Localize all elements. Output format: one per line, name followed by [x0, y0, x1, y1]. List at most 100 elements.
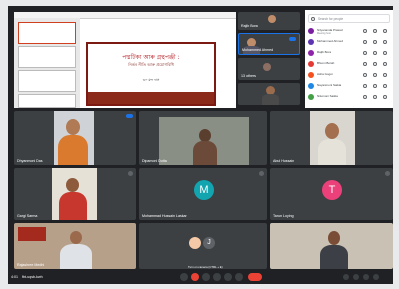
- participant-name: Nitumoni Saikia: [317, 94, 338, 98]
- slide-thumbnail[interactable]: [18, 94, 76, 108]
- speaking-icon: [126, 114, 133, 118]
- mic-icon[interactable]: [373, 40, 377, 44]
- chat-icon[interactable]: [363, 274, 369, 280]
- more-icon[interactable]: [383, 40, 387, 44]
- participant-avatar: [308, 39, 314, 45]
- camera-tooltip: Turn on camera (CTRL + E): [186, 264, 232, 269]
- participant-name: Dhyanmoni Das: [17, 159, 43, 163]
- participant-avatar: T: [322, 180, 342, 200]
- meet-window: পদ্মটিকা আৰু গ্ৰন্থপঞ্জী : নিৰ্ভৰ নীতি আ…: [8, 6, 393, 284]
- participant-row[interactable]: Mohammed Ahmed: [305, 38, 393, 46]
- slide-canvas: পদ্মটিকা আৰু গ্ৰন্থপঞ্জী : নিৰ্ভৰ নীতি আ…: [86, 42, 216, 106]
- participant-name: Gargi Sarma: [17, 214, 38, 218]
- more-icon[interactable]: [383, 51, 387, 55]
- pin-icon[interactable]: [363, 29, 367, 33]
- participant-role: Meeting host: [317, 31, 331, 35]
- participant-tile[interactable]: Rajashree Medhi: [14, 223, 136, 269]
- participant-avatar: [308, 83, 314, 89]
- mic-icon[interactable]: [373, 73, 377, 77]
- participant-name: Abul Hussain: [273, 159, 295, 163]
- participant-name: Mohammed Ahmed: [317, 39, 344, 43]
- slide-footer-band: [88, 92, 214, 104]
- bottom-toolbar: 4:01 fbt-uqsb-kwh Turn on camera (CTRL +…: [8, 264, 393, 284]
- participant-name: Bhumi Borah: [317, 61, 335, 65]
- pin-icon[interactable]: [363, 40, 367, 44]
- more-icon[interactable]: [383, 84, 387, 88]
- slide-thumbnail[interactable]: [18, 46, 76, 68]
- slide-thumbnail[interactable]: [18, 70, 76, 92]
- slide-author: ড০ মন্দ দাস: [142, 78, 160, 82]
- people-icon[interactable]: [353, 274, 359, 280]
- more-icon[interactable]: [383, 73, 387, 77]
- activities-icon[interactable]: [373, 274, 379, 280]
- participant-avatar: M: [194, 180, 214, 200]
- participant-name: Rajashree Medhi: [17, 263, 45, 267]
- meeting-code: fbt-uqsb-kwh: [22, 274, 43, 279]
- pin-icon[interactable]: [363, 51, 367, 55]
- people-search-field[interactable]: Search for people: [308, 14, 390, 23]
- speaking-icon: [289, 37, 296, 41]
- slide-subtitle: নিৰ্ভৰ নীতি আৰু প্ৰয়োগবিধি: [128, 62, 174, 67]
- participant-row[interactable]: Nitumoni Saikia: [305, 93, 393, 101]
- participant-tile[interactable]: M Mohammad Hussain Laskar: [139, 168, 267, 220]
- slide-thumbnail[interactable]: [18, 22, 76, 44]
- participant-name: Tarun Loying: [273, 214, 294, 218]
- mic-icon[interactable]: [373, 84, 377, 88]
- camera-toggle-button[interactable]: [191, 273, 199, 281]
- participant-tile[interactable]: Gargi Sarma: [14, 168, 136, 220]
- end-call-button[interactable]: [248, 273, 262, 281]
- more-icon[interactable]: [383, 95, 387, 99]
- side-tile[interactable]: Rajib Bora: [238, 12, 300, 30]
- participant-row[interactable]: Rajib Bora: [305, 49, 393, 57]
- participant-avatar: [189, 237, 201, 249]
- participant-row[interactable]: Asha Gogoi: [305, 71, 393, 79]
- slide-thumbnails: [14, 18, 80, 108]
- mic-icon[interactable]: [373, 95, 377, 99]
- participant-name: Nayanmoni Saikia: [317, 83, 342, 87]
- pin-icon[interactable]: [363, 84, 367, 88]
- participant-name: Mohammed Ahmed: [242, 48, 274, 52]
- more-options-button[interactable]: [235, 273, 243, 281]
- participant-name: Mohammad Hussain Laskar: [142, 214, 187, 218]
- side-tile-active[interactable]: Mohammed Ahmed: [238, 33, 300, 55]
- info-icon[interactable]: [343, 274, 349, 280]
- mic-toggle-button[interactable]: [180, 273, 188, 281]
- participant-name: Asha Gogoi: [317, 72, 333, 76]
- more-icon[interactable]: [383, 62, 387, 66]
- participant-tile[interactable]: [270, 223, 393, 269]
- mic-off-icon: [128, 171, 133, 176]
- participant-tile-group[interactable]: J: [139, 223, 267, 269]
- participant-tile[interactable]: Dipamoni Dutta: [139, 111, 267, 165]
- participant-row[interactable]: Bhumi Borah: [305, 60, 393, 68]
- participant-avatar: J: [203, 237, 215, 249]
- participant-tile[interactable]: T Tarun Loying: [270, 168, 393, 220]
- present-button[interactable]: [224, 273, 232, 281]
- participant-name: Dipamoni Dutta: [142, 159, 167, 163]
- participant-row[interactable]: Nayanmoni Saikia: [305, 82, 393, 90]
- mic-icon[interactable]: [373, 29, 377, 33]
- participant-avatar: [308, 61, 314, 67]
- participant-row[interactable]: Nityananda Prasad Meeting host: [305, 27, 393, 35]
- meeting-time: 4:01: [11, 274, 18, 279]
- mic-icon[interactable]: [373, 62, 377, 66]
- more-icon[interactable]: [383, 29, 387, 33]
- people-search-placeholder: Search for people: [318, 17, 344, 21]
- people-panel: Search for people Nityananda Prasad Meeti…: [305, 10, 393, 108]
- pin-icon[interactable]: [363, 95, 367, 99]
- side-tile[interactable]: [238, 83, 300, 105]
- search-icon: [311, 16, 315, 21]
- participant-name: 13 others: [241, 74, 256, 78]
- pin-icon[interactable]: [363, 73, 367, 77]
- captions-button[interactable]: [202, 273, 210, 281]
- pin-icon[interactable]: [363, 62, 367, 66]
- participant-tile[interactable]: Dhyanmoni Das: [14, 111, 136, 165]
- presentation-slide: পদ্মটিকা আৰু গ্ৰন্থপঞ্জী : নিৰ্ভৰ নীতি আ…: [14, 12, 236, 108]
- participant-name: Rajib Bora: [317, 50, 332, 54]
- mic-off-icon: [259, 171, 264, 176]
- mic-icon[interactable]: [373, 51, 377, 55]
- participant-name: Rajib Bora: [241, 24, 258, 28]
- participant-tile[interactable]: Abul Hussain: [270, 111, 393, 165]
- raise-hand-button[interactable]: [213, 273, 221, 281]
- participant-avatar: [308, 94, 314, 100]
- side-tile-others[interactable]: 13 others: [238, 58, 300, 80]
